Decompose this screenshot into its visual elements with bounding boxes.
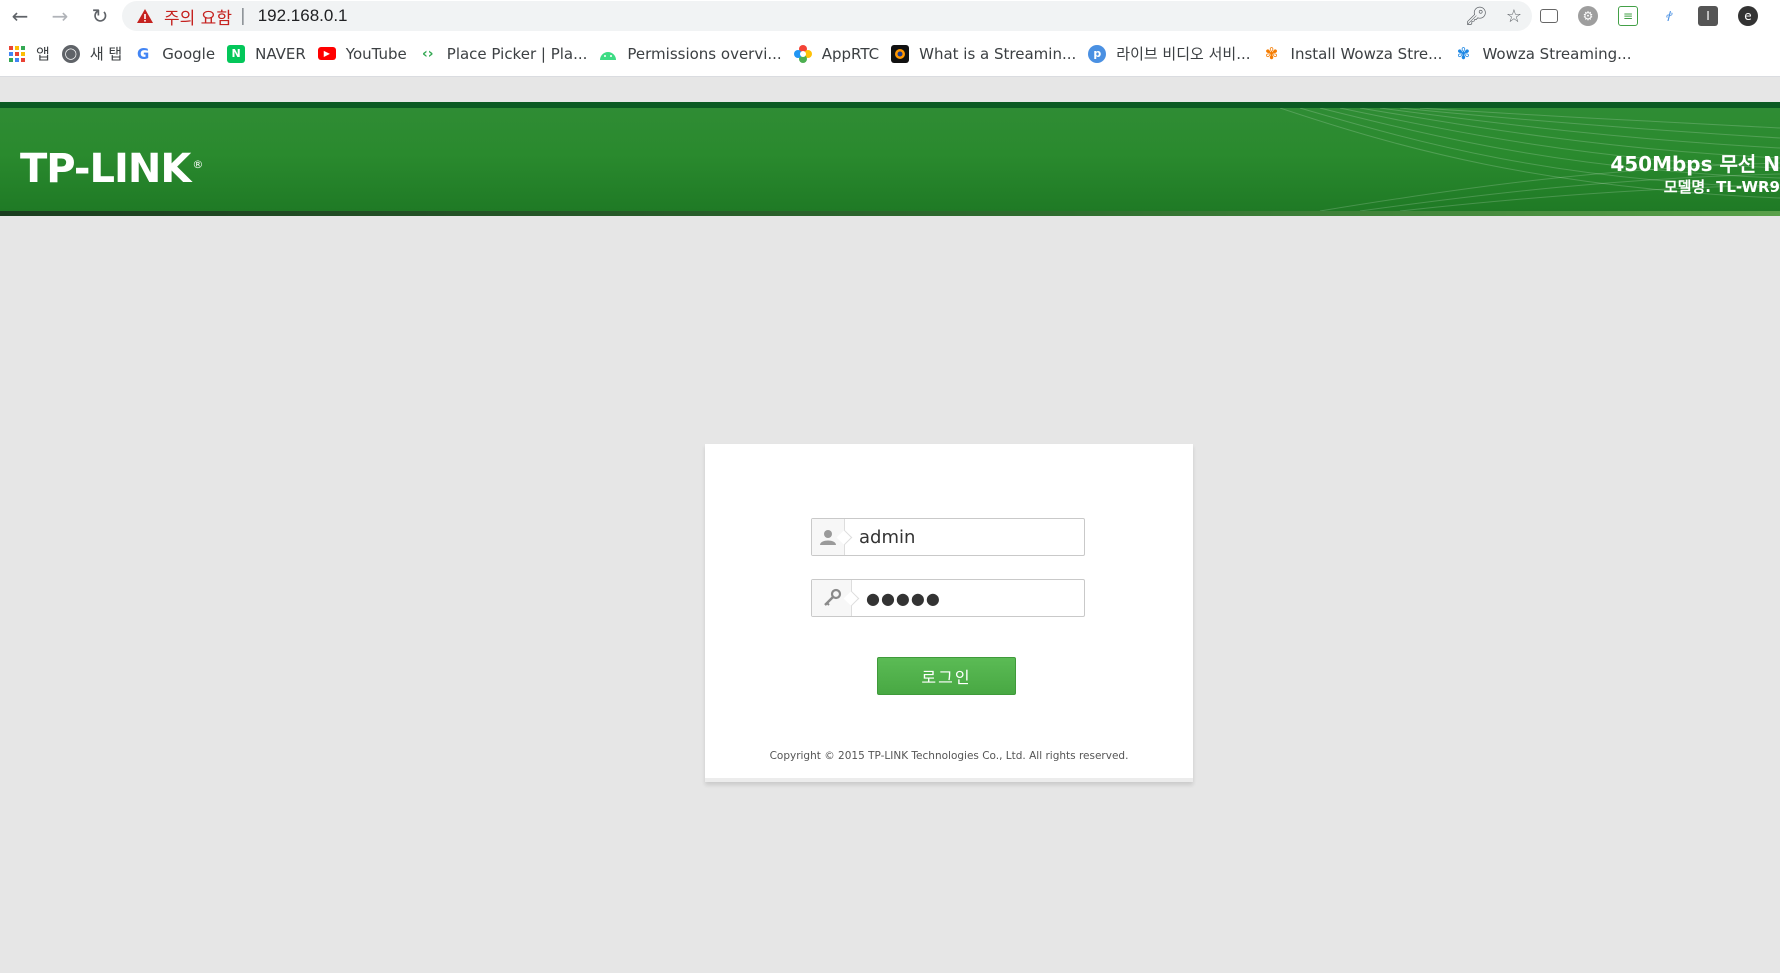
login-panel: ●●●●● 로그인 Copyright © 2015 TP-LINK Techn… bbox=[705, 444, 1193, 782]
google-icon: G bbox=[137, 44, 150, 63]
key-icon bbox=[812, 580, 852, 616]
tp-link-logo: TP-LINK ® bbox=[20, 146, 203, 192]
naver-icon: N bbox=[227, 44, 246, 63]
bookmark-wowza-streaming[interactable]: ✾ Wowza Streaming... bbox=[1452, 31, 1641, 77]
wowza-icon: ✾ bbox=[1264, 44, 1279, 63]
android-icon bbox=[599, 45, 617, 63]
password-input[interactable]: ●●●●● bbox=[852, 589, 1084, 608]
address-bar[interactable]: 주의 요함 | 192.168.0.1 🔑︎ ☆ bbox=[122, 1, 1532, 31]
bookmark-label: 새 탭 bbox=[89, 45, 123, 63]
translate-extension-icon[interactable]: ꬷ bbox=[1658, 5, 1678, 26]
bookmark-label: Wowza Streaming... bbox=[1482, 44, 1632, 63]
bookmark-label: YouTube bbox=[345, 44, 407, 63]
youtube-icon: ▶ bbox=[317, 47, 336, 60]
key-icon[interactable]: 🔑︎ bbox=[1465, 6, 1488, 27]
forward-arrow-icon[interactable]: → bbox=[40, 0, 80, 31]
cast-extension-icon[interactable] bbox=[1540, 8, 1558, 23]
webrtc-icon bbox=[793, 44, 812, 63]
bookmarks-bar: 앱 ◯ 새 탭 G Google N NAVER ▶ YouTube ‹› Pl… bbox=[0, 31, 1780, 77]
maps-icon: ‹› bbox=[422, 45, 434, 62]
bookmark-label: Permissions overvi... bbox=[627, 44, 782, 63]
password-field[interactable]: ●●●●● bbox=[811, 579, 1085, 617]
bookmark-label: Install Wowza Stre... bbox=[1290, 44, 1443, 63]
username-input[interactable] bbox=[845, 520, 1084, 554]
router-banner: TP-LINK ® 450Mbps 무선 N 모델명. TL-WR9 bbox=[0, 108, 1780, 211]
warning-icon[interactable] bbox=[136, 7, 154, 25]
bookmark-label: What is a Streamin... bbox=[919, 44, 1077, 63]
browser-toolbar: ← → ↻ 주의 요함 | 192.168.0.1 🔑︎ ☆ ⚙ ≡ ꬷ I e bbox=[0, 0, 1780, 31]
url-text[interactable]: 192.168.0.1 bbox=[258, 6, 348, 26]
bookmark-label: 앱 bbox=[36, 45, 50, 63]
wowza-blue-icon: ✾ bbox=[1456, 44, 1471, 63]
bookmark-live-video[interactable]: p 라이브 비디오 서비... bbox=[1086, 31, 1260, 77]
bookmark-google[interactable]: G Google bbox=[132, 31, 225, 77]
login-button[interactable]: 로그인 bbox=[877, 657, 1016, 695]
bookmark-apps[interactable]: 앱 bbox=[6, 31, 60, 77]
bookmark-star-icon[interactable]: ☆ bbox=[1506, 6, 1522, 27]
bookmark-label: 라이브 비디오 서비... bbox=[1116, 45, 1251, 63]
streaming-icon bbox=[891, 44, 910, 63]
globe-icon: ◯ bbox=[61, 44, 80, 63]
bookmark-naver[interactable]: N NAVER bbox=[225, 31, 316, 77]
extensions-area: ⚙ ≡ ꬷ I e bbox=[1540, 0, 1758, 31]
bookmark-place-picker[interactable]: ‹› Place Picker | Pla... bbox=[417, 31, 598, 77]
settings-extension-icon[interactable]: ⚙ bbox=[1578, 5, 1598, 26]
bookmark-apprtc[interactable]: AppRTC bbox=[792, 31, 889, 77]
reload-icon[interactable]: ↻ bbox=[80, 0, 120, 31]
username-field[interactable] bbox=[811, 518, 1085, 556]
apps-grid-icon bbox=[8, 45, 26, 63]
p-circle-icon: p bbox=[1088, 44, 1107, 63]
url-separator: | bbox=[239, 6, 246, 26]
security-warning-text[interactable]: 주의 요함 bbox=[164, 4, 232, 29]
bookmark-label: NAVER bbox=[255, 44, 306, 63]
product-name: 450Mbps 무선 N bbox=[1610, 152, 1780, 176]
bookmark-label: Google bbox=[162, 44, 216, 63]
bookmark-new-tab[interactable]: ◯ 새 탭 bbox=[60, 31, 132, 77]
edge-extension-icon[interactable]: e bbox=[1738, 5, 1758, 26]
banner-bottom-stripe bbox=[0, 211, 1780, 216]
info-extension-icon[interactable]: I bbox=[1698, 5, 1718, 26]
bookmark-label: AppRTC bbox=[821, 44, 880, 63]
copyright-text: Copyright © 2015 TP-LINK Technologies Co… bbox=[769, 750, 1129, 762]
sheets-extension-icon[interactable]: ≡ bbox=[1618, 5, 1638, 26]
bookmark-youtube[interactable]: ▶ YouTube bbox=[316, 31, 417, 77]
user-icon bbox=[812, 519, 845, 555]
model-name: 모델명. TL-WR9 bbox=[1663, 178, 1780, 196]
bookmark-permissions[interactable]: Permissions overvi... bbox=[597, 31, 791, 77]
bookmark-label: Place Picker | Pla... bbox=[446, 44, 588, 63]
bookmark-install-wowza[interactable]: ✾ Install Wowza Stre... bbox=[1261, 31, 1453, 77]
back-arrow-icon[interactable]: ← bbox=[0, 0, 40, 31]
bookmark-streaming[interactable]: What is a Streamin... bbox=[889, 31, 1086, 77]
